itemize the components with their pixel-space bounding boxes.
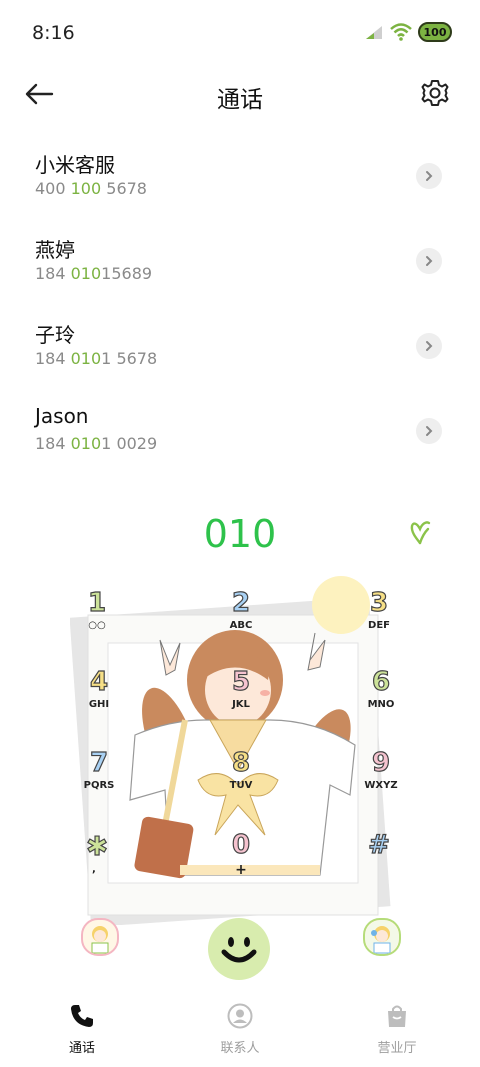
contact-row[interactable]: 小米客服 400 100 5678 — [0, 135, 480, 220]
chevron-right-icon[interactable] — [416, 333, 442, 359]
contact-name: Jason — [35, 404, 89, 428]
contact-row[interactable]: Jason 184 0101 0029 — [0, 390, 480, 475]
tab-calls[interactable]: 通话 — [37, 1003, 127, 1056]
key-7[interactable]: 7 PQRS — [64, 747, 134, 808]
shopping-bag-icon — [388, 1005, 406, 1027]
key-9[interactable]: 9 WXYZ — [346, 747, 416, 808]
phone-icon — [71, 1005, 93, 1027]
contact-number: 184 01015689 — [35, 264, 153, 283]
chevron-right-icon[interactable] — [416, 248, 442, 274]
tab-store[interactable]: 营业厅 — [352, 1003, 442, 1056]
key-3[interactable]: 3 DEF — [344, 587, 414, 648]
status-time: 8:16 — [32, 22, 75, 44]
bottom-tab-bar: 通话 联系人 营业厅 — [0, 995, 480, 1067]
key-8[interactable]: 8 TUV — [206, 747, 276, 808]
chevron-right-icon[interactable] — [416, 418, 442, 444]
tab-contacts[interactable]: 联系人 — [195, 1003, 285, 1056]
key-5[interactable]: 5 JKL — [206, 666, 276, 727]
tab-label: 联系人 — [220, 1041, 260, 1056]
contact-number: 400 100 5678 — [35, 179, 147, 198]
battery-indicator: 100 — [418, 22, 452, 42]
page-title: 通话 — [217, 87, 263, 113]
chevron-right-icon[interactable] — [416, 163, 442, 189]
settings-gear-icon[interactable] — [420, 78, 450, 108]
contact-row[interactable]: 燕婷 184 01015689 — [0, 220, 480, 305]
contact-list: 小米客服 400 100 5678 燕婷 184 01015689 子玲 184… — [0, 135, 480, 475]
status-icons: 100 — [364, 22, 452, 42]
contact-name: 小米客服 — [35, 153, 115, 177]
contact-name: 子玲 — [35, 323, 75, 347]
left-avatar-button[interactable] — [81, 918, 119, 956]
tab-label: 通话 — [68, 1041, 95, 1056]
smiley-icon — [221, 937, 257, 963]
contact-name: 燕婷 — [35, 238, 75, 262]
status-bar: 8:16 100 — [0, 0, 480, 66]
right-avatar-button[interactable] — [363, 918, 401, 956]
key-1[interactable]: 1 ○○ — [62, 587, 132, 648]
contact-person-icon — [227, 1003, 253, 1029]
contact-row[interactable]: 子玲 184 0101 5678 — [0, 305, 480, 390]
key-2[interactable]: 2 ABC — [206, 587, 276, 648]
key-4[interactable]: 4 GHI — [64, 666, 134, 727]
key-6[interactable]: 6 MNO — [346, 666, 416, 727]
call-button[interactable] — [208, 918, 270, 980]
heart-icon[interactable] — [408, 520, 432, 546]
key-hash[interactable]: # — [344, 829, 414, 890]
key-0[interactable]: 0 + — [206, 829, 276, 890]
tab-label: 营业厅 — [377, 1041, 417, 1056]
contact-number: 184 0101 5678 — [35, 349, 158, 368]
wifi-icon — [390, 23, 412, 41]
key-star[interactable]: ✱ , — [62, 831, 132, 892]
header: 通话 — [0, 66, 480, 124]
signal-icon — [366, 26, 382, 39]
contact-number: 184 0101 0029 — [35, 434, 158, 453]
